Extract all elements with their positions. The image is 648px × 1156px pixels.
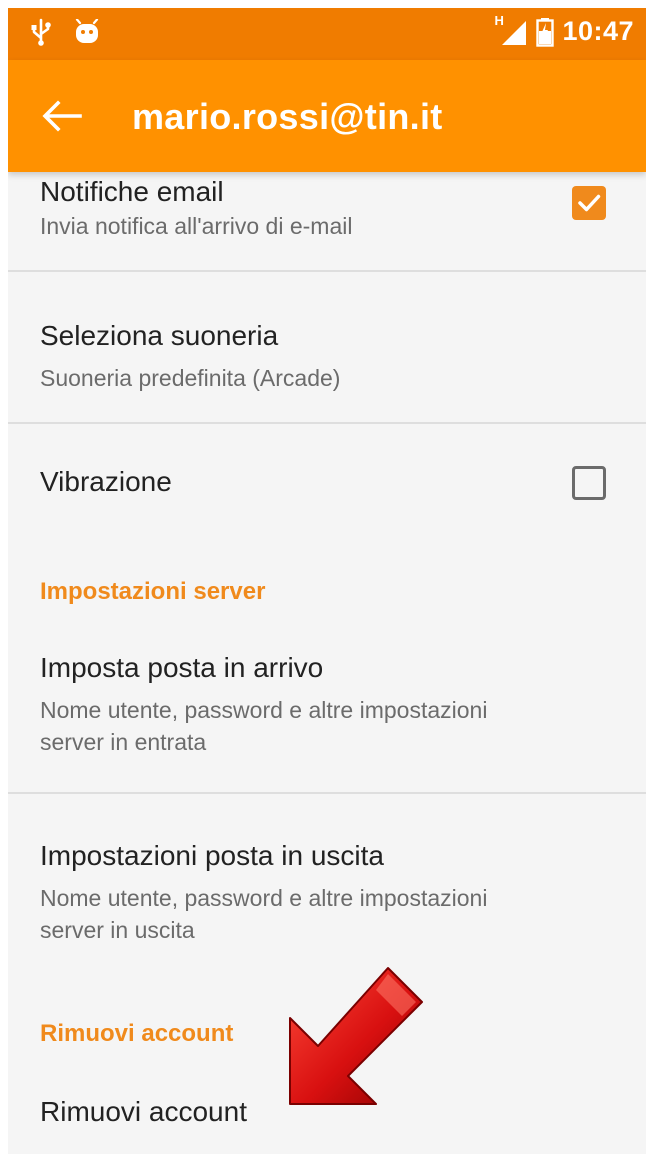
status-time: 10:47 (562, 16, 634, 46)
category-server-settings: Impostazioni server (40, 578, 266, 605)
phone-screen: Notifiche email Invia notifica all'arriv… (8, 8, 646, 1154)
pref-remove-account[interactable]: Rimuovi account (8, 1068, 646, 1154)
pref-summary-line1: Nome utente, password e altre impostazio… (40, 697, 488, 723)
pref-incoming-server[interactable]: Imposta posta in arrivo Nome utente, pas… (8, 628, 646, 792)
pref-title: Rimuovi account (40, 1096, 247, 1127)
usb-icon (31, 18, 51, 46)
pref-outgoing-server[interactable]: Impostazioni posta in uscita Nome utente… (8, 794, 646, 964)
pref-summary-line2: server in uscita (40, 917, 195, 943)
pref-ringtone[interactable]: Seleziona suoneria Suoneria predefinita … (8, 272, 646, 422)
signal-icon: H (494, 13, 528, 47)
pref-summary-line2: server in entrata (40, 729, 207, 755)
app-bar: mario.rossi@tin.it (8, 60, 646, 172)
pref-summary: Invia notifica all'arrivo di e-mail (40, 213, 353, 239)
pref-title: Vibrazione (40, 466, 172, 497)
pref-title: Seleziona suoneria (40, 320, 279, 351)
page-title: mario.rossi@tin.it (132, 96, 443, 137)
android-icon (75, 19, 99, 43)
pref-summary-line1: Nome utente, password e altre impostazio… (40, 885, 488, 911)
pref-title: Imposta posta in arrivo (40, 652, 324, 683)
vibration-checkbox[interactable] (572, 466, 606, 500)
pref-title: Impostazioni posta in uscita (40, 840, 384, 871)
status-bar: H 10:47 (8, 8, 646, 60)
category-remove-account: Rimuovi account (40, 1020, 234, 1047)
arrow-left-icon (42, 100, 82, 132)
pref-vibration[interactable]: Vibrazione (8, 424, 646, 544)
checkmark-icon (578, 194, 601, 212)
pref-title: Notifiche email (40, 176, 224, 207)
battery-icon (536, 17, 555, 47)
pref-summary: Suoneria predefinita (Arcade) (40, 365, 341, 391)
email-notifications-checkbox[interactable] (572, 186, 606, 220)
settings-list[interactable]: Notifiche email Invia notifica all'arriv… (8, 8, 646, 1154)
back-button[interactable] (40, 98, 84, 134)
